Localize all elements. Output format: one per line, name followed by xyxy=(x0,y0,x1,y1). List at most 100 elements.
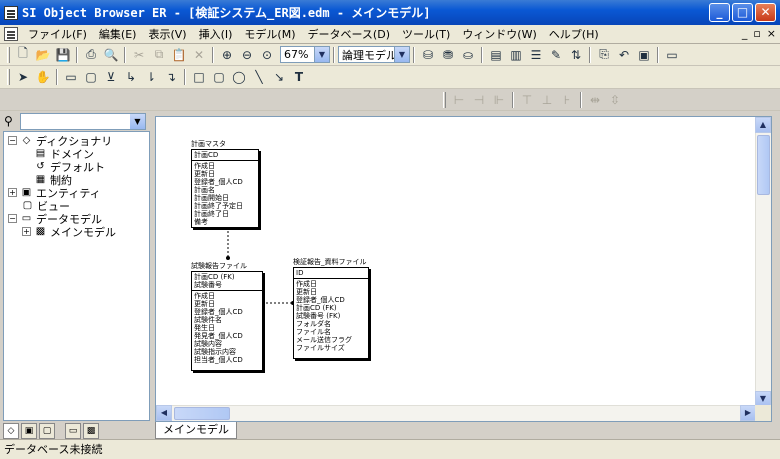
text-tool-icon[interactable]: T xyxy=(289,68,309,86)
document-icon[interactable] xyxy=(4,27,18,41)
entity-attributes: 作成日 更新日 登録者_個人CD 試験件名 発生日 発見者_個人CD 試験内容 … xyxy=(194,292,243,364)
align-middle-icon[interactable]: ⊥ xyxy=(537,91,557,109)
new-file-icon[interactable]: 🗋 xyxy=(13,46,33,64)
rectangle-tool-icon[interactable]: □ xyxy=(189,68,209,86)
help-icon[interactable]: ▭ xyxy=(662,46,682,64)
menu-window[interactable]: ウィンドウ(W) xyxy=(456,26,542,42)
maximize-button[interactable]: □ xyxy=(732,3,753,22)
collapse-toggle[interactable]: − xyxy=(8,214,17,223)
db-import-icon[interactable]: ⛃ xyxy=(438,46,458,64)
scroll-right-icon[interactable]: ▶ xyxy=(740,405,756,421)
diagram-canvas[interactable]: 計画マスタ 計画CD 作成日 更新日 登録者_個人CD 計画名 計画開始日 計画… xyxy=(155,116,772,422)
find-select[interactable]: ▼ xyxy=(20,112,146,130)
view-icon: ▢ xyxy=(22,199,33,211)
space-vertical-icon[interactable]: ⇳ xyxy=(605,91,625,109)
menu-help[interactable]: ヘルプ(H) xyxy=(543,26,605,42)
tab-main-model[interactable]: メインモデル xyxy=(155,422,237,439)
view-tab-icon[interactable]: ▢ xyxy=(39,423,55,439)
view-tool-icon[interactable]: ▢ xyxy=(81,68,101,86)
chevron-down-icon[interactable]: ▼ xyxy=(130,113,145,129)
scroll-left-icon[interactable]: ◀ xyxy=(156,405,172,421)
entity-list-icon[interactable]: ▤ xyxy=(486,46,506,64)
subtype-tool-icon[interactable]: ⊻ xyxy=(101,68,121,86)
toolbar-grip[interactable] xyxy=(7,46,10,63)
tree-node-entity[interactable]: + ▣ エンティティ xyxy=(4,186,149,200)
tree-node-main-model[interactable]: + ▩ メインモデル xyxy=(4,225,149,239)
entity-pk: 計画CD (FK) 試験番号 xyxy=(192,272,262,291)
close-button[interactable]: ✕ xyxy=(755,3,776,22)
vertical-scrollbar[interactable]: ▲ ▼ xyxy=(755,117,771,407)
menu-model[interactable]: モデル(M) xyxy=(238,26,301,42)
minimize-button[interactable]: _ xyxy=(709,3,730,22)
view-list-icon[interactable]: ▥ xyxy=(506,46,526,64)
scroll-up-icon[interactable]: ▲ xyxy=(755,117,771,133)
chevron-down-icon[interactable]: ▼ xyxy=(394,47,409,62)
align-top-icon[interactable]: ⊤ xyxy=(517,91,537,109)
title-bar: SI Object Browser ER - [検証システム_ER図.edm -… xyxy=(0,0,780,25)
expand-toggle[interactable]: + xyxy=(8,188,17,197)
tree-node-default[interactable]: ↺ デフォルト xyxy=(4,160,149,174)
undo-icon[interactable]: ↶ xyxy=(614,46,634,64)
zoom-out-icon[interactable]: ⊖ xyxy=(237,46,257,64)
chevron-down-icon[interactable]: ▼ xyxy=(314,47,329,62)
toolbar-grip[interactable] xyxy=(7,69,10,85)
menu-view[interactable]: 表示(V) xyxy=(142,26,192,42)
open-folder-icon[interactable]: 📂 xyxy=(33,46,53,64)
relation-tool-icon[interactable]: ↳ xyxy=(121,68,141,86)
check-icon[interactable]: ✎ xyxy=(546,46,566,64)
rounded-rect-tool-icon[interactable]: ▢ xyxy=(209,68,229,86)
space-horizontal-icon[interactable]: ⇹ xyxy=(585,91,605,109)
binoculars-icon[interactable]: ⚲ xyxy=(4,114,20,128)
pointer-icon[interactable]: ➤ xyxy=(13,68,33,86)
zoom-fit-icon[interactable]: ⊙ xyxy=(257,46,277,64)
horizontal-scrollbar[interactable]: ◀ ▶ xyxy=(156,405,756,421)
many-relation-tool-icon[interactable]: ↴ xyxy=(161,68,181,86)
expand-toggle[interactable]: + xyxy=(22,227,31,236)
align-bottom-icon[interactable]: ⊦ xyxy=(557,91,577,109)
collapse-toggle[interactable]: − xyxy=(8,136,17,145)
align-right-icon[interactable]: ⊩ xyxy=(489,91,509,109)
mdi-minimize-button[interactable]: _ xyxy=(742,27,748,40)
paste-icon[interactable]: 📋 xyxy=(169,46,189,64)
elbow-line-tool-icon[interactable]: ↘ xyxy=(269,68,289,86)
mdi-close-button[interactable]: × xyxy=(767,27,776,40)
align-center-icon[interactable]: ⊣ xyxy=(469,91,489,109)
mdi-restore-button[interactable]: ▫ xyxy=(753,27,760,40)
model-type-select[interactable]: 論理モデル ▼ xyxy=(338,46,410,63)
print-preview-icon[interactable]: 🔍 xyxy=(101,46,121,64)
align-left-icon[interactable]: ⊢ xyxy=(449,91,469,109)
db-connect-icon[interactable]: ⛁ xyxy=(418,46,438,64)
non-id-relation-tool-icon[interactable]: ⇂ xyxy=(141,68,161,86)
toolbar-grip[interactable] xyxy=(443,91,446,108)
menu-tools[interactable]: ツール(T) xyxy=(396,26,456,42)
model-tab-icon[interactable]: ▭ xyxy=(65,423,81,439)
menu-file[interactable]: ファイル(F) xyxy=(22,26,93,42)
entity-verification-doc-file[interactable]: 検証報告_資料ファイル ID 作成日 更新日 登録者_個人CD 計画CD (FK… xyxy=(293,258,369,359)
zoom-in-icon[interactable]: ⊕ xyxy=(217,46,237,64)
generate-icon[interactable]: ⎘ xyxy=(594,46,614,64)
db-export-icon[interactable]: ⛀ xyxy=(458,46,478,64)
menu-database[interactable]: データベース(D) xyxy=(301,26,396,42)
delete-icon[interactable]: ✕ xyxy=(189,46,209,64)
save-icon[interactable]: 💾 xyxy=(53,46,73,64)
line-tool-icon[interactable]: ╲ xyxy=(249,68,269,86)
entity-plan-master[interactable]: 計画マスタ 計画CD 作成日 更新日 登録者_個人CD 計画名 計画開始日 計画… xyxy=(191,140,259,228)
print-icon[interactable]: ⎙ xyxy=(81,46,101,64)
cut-icon[interactable]: ✂ xyxy=(129,46,149,64)
menu-edit[interactable]: 編集(E) xyxy=(93,26,143,42)
entity-tab-icon[interactable]: ▣ xyxy=(21,423,37,439)
sort-icon[interactable]: ⇅ xyxy=(566,46,586,64)
diagram-tab-icon[interactable]: ▩ xyxy=(83,423,99,439)
hand-icon[interactable]: ✋ xyxy=(33,68,53,86)
menu-insert[interactable]: 挿入(I) xyxy=(193,26,239,42)
ellipse-tool-icon[interactable]: ◯ xyxy=(229,68,249,86)
entity-tool-icon[interactable]: ▭ xyxy=(61,68,81,86)
vertical-scroll-thumb[interactable] xyxy=(757,135,770,195)
dictionary-tab-icon[interactable]: ◇ xyxy=(3,423,19,439)
horizontal-scroll-thumb[interactable] xyxy=(174,407,230,420)
entity-test-report-file[interactable]: 試験報告ファイル 計画CD (FK) 試験番号 作成日 更新日 登録者_個人CD… xyxy=(191,262,263,371)
column-list-icon[interactable]: ☰ xyxy=(526,46,546,64)
zoom-select[interactable]: 67% ▼ xyxy=(280,46,330,63)
copy-icon[interactable]: ⧉ xyxy=(149,46,169,64)
report-icon[interactable]: ▣ xyxy=(634,46,654,64)
